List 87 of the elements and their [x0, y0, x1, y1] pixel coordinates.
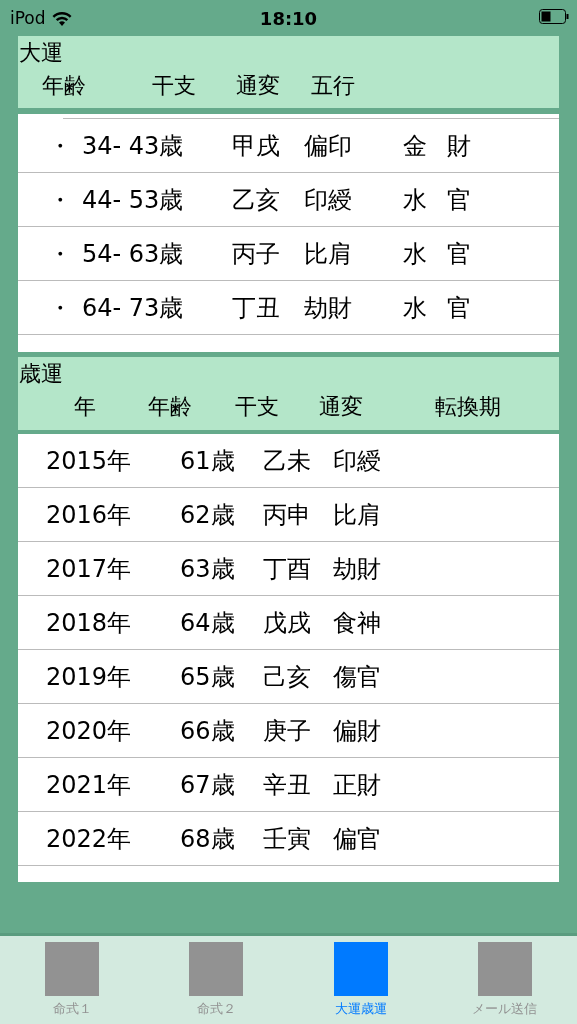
kanshi-text: 己亥	[263, 661, 312, 693]
section-title: 大運	[18, 39, 64, 67]
age-range: 44- 53歳	[82, 184, 185, 216]
column-header: 年齢	[148, 393, 193, 421]
tsuhen-text: 印綬	[333, 445, 381, 477]
tsuhen-text: 傷官	[333, 661, 381, 693]
kanshi-text: 乙未	[263, 445, 312, 477]
gogyo-text: 金	[403, 130, 428, 162]
year-text: 2017年	[46, 553, 133, 585]
kanshi-text: 辛丑	[263, 769, 312, 801]
section-title: 歳運	[18, 360, 64, 388]
year-text: 2016年	[46, 499, 133, 531]
list-row[interactable]: ・ 44- 53歳 乙亥 印綬 水 官	[18, 173, 559, 227]
kanshi-text: 戊戌	[263, 607, 312, 639]
tsuhen-text: 偏財	[333, 715, 381, 747]
column-header: 干支	[152, 72, 197, 100]
tsuhen-text: 印綬	[304, 184, 353, 216]
year-text: 2022年	[46, 823, 133, 855]
column-header: 通変	[236, 72, 281, 100]
list-row[interactable]: 2018年 64歳 戊戌 食神	[18, 596, 559, 650]
carrier-name: iPod	[10, 8, 46, 28]
bullet-mark: ・	[48, 184, 73, 216]
list-row[interactable]: 2021年 67歳 辛丑 正財	[18, 758, 559, 812]
tsuhen-text: 正財	[333, 769, 381, 801]
gogyo-text: 水	[403, 292, 428, 324]
tsuhen-text: 偏官	[333, 823, 381, 855]
row-text: 財	[447, 130, 471, 162]
kanshi-text: 乙亥	[232, 184, 281, 216]
bullet-mark: ・	[48, 238, 73, 270]
bullet-mark: ・	[48, 130, 73, 162]
row-text: 官	[447, 238, 471, 270]
gogyo-text: 水	[403, 238, 428, 270]
tsuhen-text: 劫財	[304, 292, 353, 324]
column-header: 転換期	[435, 393, 501, 421]
square-icon	[45, 942, 100, 996]
gogyo-text: 水	[403, 184, 428, 216]
clock-time: 18:10	[259, 7, 318, 29]
age-text: 67歳	[180, 769, 236, 801]
square-icon	[477, 942, 532, 996]
age-range: 54- 63歳	[82, 238, 185, 270]
list-row[interactable]: 2019年 65歳 己亥 傷官	[18, 650, 559, 704]
list-row[interactable]: 2017年 63歳 丁酉 劫財	[18, 542, 559, 596]
tsuhen-text: 比肩	[304, 238, 353, 270]
kanshi-text: 丙申	[263, 499, 312, 531]
list-row[interactable]: 2016年 62歳 丙申 比肩	[18, 488, 559, 542]
column-header: 通変	[319, 393, 364, 421]
age-text: 63歳	[180, 553, 236, 585]
year-text: 2018年	[46, 607, 133, 639]
kanshi-text: 丁丑	[232, 292, 281, 324]
tsuhen-text: 劫財	[333, 553, 381, 585]
age-text: 62歳	[180, 499, 236, 531]
year-text: 2021年	[46, 769, 133, 801]
age-text: 65歳	[180, 661, 236, 693]
square-icon	[333, 942, 388, 996]
battery-icon	[539, 8, 569, 24]
kanshi-text: 甲戌	[232, 130, 281, 162]
age-range: 64- 73歳	[82, 292, 185, 324]
kanshi-text: 丙子	[232, 238, 281, 270]
list-row[interactable]: 2015年 61歳 乙未 印綬	[18, 434, 559, 488]
age-text: 68歳	[180, 823, 236, 855]
square-icon	[189, 942, 244, 996]
year-text: 2019年	[46, 661, 133, 693]
list-row[interactable]: ・ 64- 73歳 丁丑 劫財 水 官	[18, 281, 559, 335]
year-text: 2020年	[46, 715, 133, 747]
list-row[interactable]: ・ 54- 63歳 丙子 比肩 水 官	[18, 227, 559, 281]
list-row[interactable]: ・ 34- 43歳 甲戌 偏印 金 財	[18, 119, 559, 173]
list-row[interactable]: 2020年 66歳 庚子 偏財	[18, 704, 559, 758]
age-text: 61歳	[180, 445, 236, 477]
age-range: 34- 43歳	[82, 130, 185, 162]
wifi-icon	[51, 10, 72, 26]
column-header: 年齢	[42, 72, 87, 100]
column-header: 年	[74, 393, 97, 421]
row-text: 官	[447, 184, 471, 216]
tsuhen-text: 比肩	[333, 499, 381, 531]
kanshi-text: 壬寅	[263, 823, 312, 855]
tsuhen-text: 食神	[333, 607, 381, 639]
column-header: 干支	[235, 393, 280, 421]
column-header: 五行	[311, 72, 355, 100]
age-text: 66歳	[180, 715, 236, 747]
kanshi-text: 丁酉	[263, 553, 312, 585]
row-text: 官	[447, 292, 471, 324]
kanshi-text: 庚子	[263, 715, 312, 747]
year-text: 2015年	[46, 445, 133, 477]
tsuhen-text: 偏印	[304, 130, 353, 162]
bullet-mark: ・	[48, 292, 73, 324]
list-row[interactable]: 2022年 68歳 壬寅 偏官	[18, 812, 559, 866]
age-text: 64歳	[180, 607, 236, 639]
